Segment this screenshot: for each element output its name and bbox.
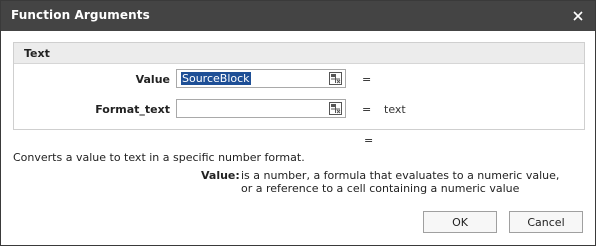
- argument-help-label: Value:: [201, 169, 240, 182]
- cell-range-picker-icon[interactable]: [329, 72, 342, 85]
- argument-label-value: Value: [135, 73, 170, 86]
- format-text-input-text: [181, 102, 183, 115]
- function-arguments-dialog: Function Arguments Text Value SourceBloc…: [0, 0, 596, 246]
- format-text-input[interactable]: [176, 99, 346, 118]
- argument-label-format-text: Format_text: [95, 103, 170, 116]
- value-input[interactable]: SourceBlock: [176, 69, 346, 88]
- close-icon: [573, 11, 583, 21]
- close-button[interactable]: [567, 5, 589, 27]
- value-equals: =: [362, 73, 372, 86]
- cancel-button[interactable]: Cancel: [509, 211, 583, 233]
- format-text-evaluated: text: [384, 103, 406, 116]
- group-header: Text: [14, 43, 584, 64]
- function-name: Text: [24, 47, 50, 60]
- function-description: Converts a value to text in a specific n…: [13, 151, 305, 164]
- formula-result-equals: =: [364, 134, 374, 147]
- arguments-group: Text Value SourceBlock = Format_text = t…: [13, 42, 585, 130]
- dialog-title: Function Arguments: [11, 8, 150, 22]
- cell-range-picker-icon[interactable]: [329, 102, 342, 115]
- title-bar[interactable]: Function Arguments: [1, 1, 595, 31]
- argument-help-text: is a number, a formula that evaluates to…: [241, 169, 560, 195]
- ok-button[interactable]: OK: [423, 211, 497, 233]
- format-text-equals: =: [362, 103, 372, 116]
- value-input-text: SourceBlock: [181, 72, 251, 85]
